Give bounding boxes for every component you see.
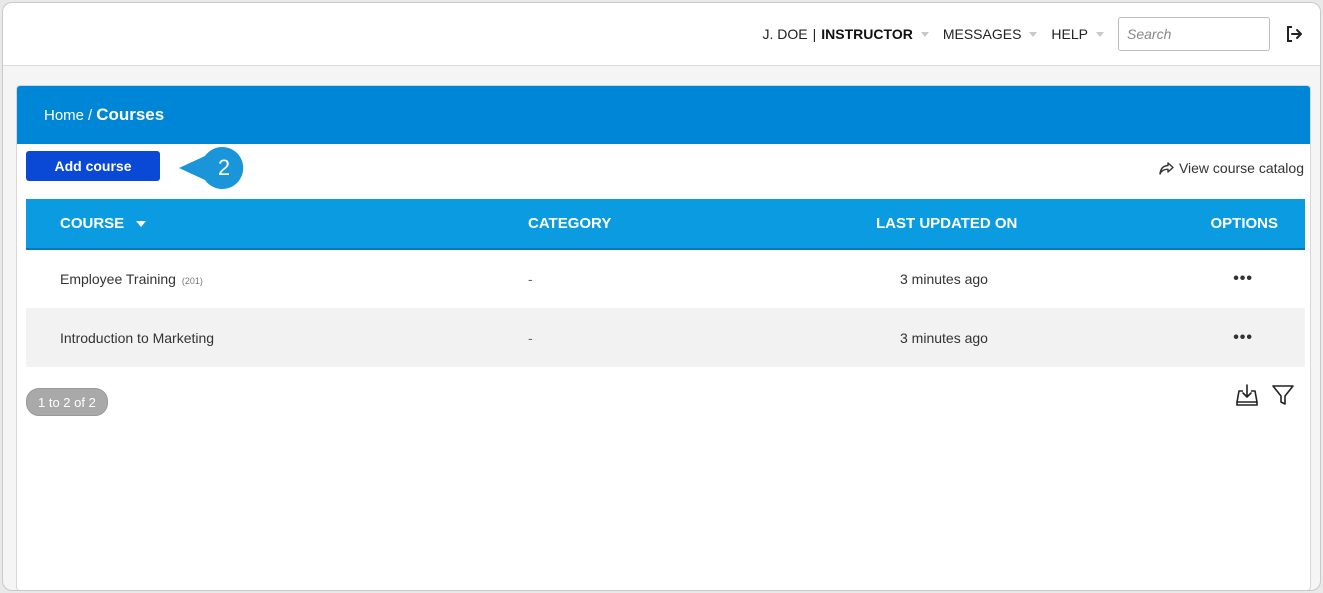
table-tools: [1224, 382, 1296, 408]
top-bar: J. DOE | INSTRUCTOR MESSAGES HELP: [3, 3, 1320, 66]
course-name[interactable]: Employee Training: [60, 271, 176, 287]
more-options-icon[interactable]: •••: [1233, 329, 1253, 346]
courses-table: COURSE CATEGORY LAST UPDATED ON OPTIONS …: [26, 199, 1305, 367]
category-cell: -: [528, 329, 533, 346]
breadcrumb: Home / Courses: [17, 86, 1310, 144]
table-row[interactable]: Introduction to Marketing - 3 minutes ag…: [26, 308, 1305, 367]
share-arrow-icon: [1158, 161, 1175, 176]
app-window: J. DOE | INSTRUCTOR MESSAGES HELP Search…: [2, 2, 1321, 591]
column-header-last-updated[interactable]: LAST UPDATED ON: [876, 199, 1176, 250]
chevron-down-icon: [1096, 31, 1104, 37]
chevron-down-icon: [920, 31, 929, 37]
messages-label: MESSAGES: [942, 26, 1022, 42]
step-callout-number: 2: [217, 155, 231, 180]
help-menu[interactable]: HELP: [1051, 26, 1104, 42]
view-course-catalog-link[interactable]: View course catalog: [1158, 160, 1304, 176]
course-name[interactable]: Introduction to Marketing: [60, 330, 214, 346]
view-course-catalog-label: View course catalog: [1178, 160, 1304, 176]
category-cell: -: [528, 271, 533, 287]
column-header-options: OPTIONS: [1176, 199, 1305, 250]
user-name: J. DOE: [762, 26, 808, 42]
filter-icon[interactable]: [1270, 382, 1296, 408]
chevron-down-icon: [1029, 31, 1038, 37]
page-title: Courses: [96, 105, 165, 124]
download-icon[interactable]: [1234, 382, 1260, 408]
column-header-course[interactable]: COURSE: [26, 199, 528, 250]
add-course-button[interactable]: Add course: [26, 151, 160, 181]
messages-menu[interactable]: MESSAGES: [943, 26, 1038, 42]
user-menu[interactable]: J. DOE | INSTRUCTOR: [763, 26, 929, 42]
table-header-row: COURSE CATEGORY LAST UPDATED ON OPTIONS: [26, 199, 1305, 250]
last-updated-cell: 3 minutes ago: [900, 271, 988, 287]
column-header-category[interactable]: CATEGORY: [528, 199, 876, 250]
logout-icon[interactable]: [1282, 22, 1306, 46]
table-row[interactable]: Employee Training (201) - 3 minutes ago …: [26, 249, 1305, 308]
course-name-cell[interactable]: Employee Training (201): [26, 249, 528, 308]
course-count: (201): [181, 276, 203, 286]
pagination-badge: 1 to 2 of 2: [26, 388, 108, 416]
course-name-cell[interactable]: Introduction to Marketing: [26, 308, 528, 367]
user-role-separator: |: [812, 26, 817, 42]
more-options-icon[interactable]: •••: [1233, 270, 1253, 287]
options-cell: •••: [1176, 308, 1305, 367]
last-updated-cell: 3 minutes ago: [900, 329, 988, 346]
search-input[interactable]: [1118, 17, 1270, 51]
breadcrumb-home-link[interactable]: Home: [44, 107, 84, 124]
sort-desc-icon: [136, 221, 147, 228]
options-cell: •••: [1176, 249, 1305, 308]
breadcrumb-separator: /: [88, 106, 93, 124]
top-nav: J. DOE | INSTRUCTOR MESSAGES HELP: [763, 3, 1320, 65]
courses-card: Home / Courses Add course 2 View course …: [16, 85, 1311, 590]
help-label: HELP: [1051, 26, 1088, 42]
user-role: INSTRUCTOR: [821, 26, 913, 42]
actions-bar: Add course 2 View course catalog: [17, 144, 1310, 198]
